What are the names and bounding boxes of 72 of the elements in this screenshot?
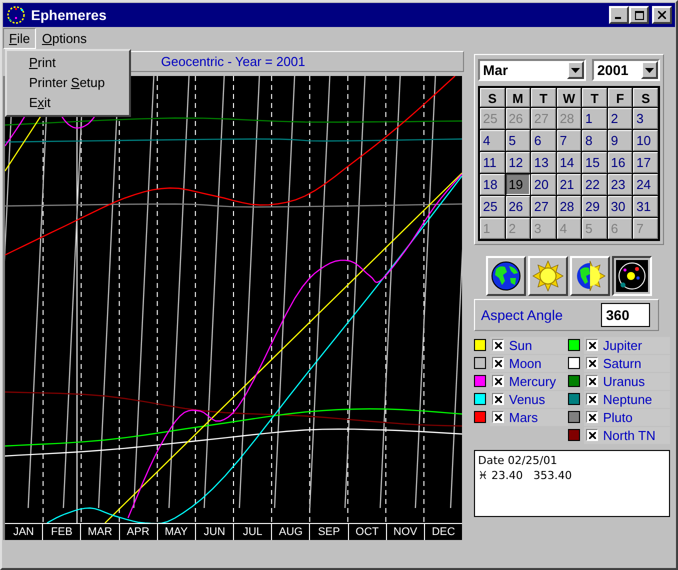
info-line: ♓ 23.40 353.40 <box>478 468 573 483</box>
calendar-day[interactable]: 11 <box>480 152 505 173</box>
calendar-day[interactable]: 27 <box>531 196 556 217</box>
menu-item[interactable]: Options <box>36 28 93 48</box>
calendar-day[interactable]: 20 <box>531 174 556 195</box>
calendar-day[interactable]: 8 <box>582 130 607 151</box>
month-label: JUN <box>194 524 234 540</box>
calendar-day[interactable]: 16 <box>608 152 632 173</box>
calendar-day[interactable]: 12 <box>506 152 530 173</box>
planet-label: North TN <box>603 428 656 442</box>
calendar-day[interactable]: 31 <box>633 196 658 217</box>
aspect-label: Aspect Angle <box>481 307 563 323</box>
weekday-header: W <box>556 88 582 107</box>
calendar-day[interactable]: 30 <box>608 196 632 217</box>
calendar-day[interactable]: 2 <box>608 108 632 129</box>
weekday-header: T <box>531 88 556 107</box>
planet-label: Venus <box>509 392 546 406</box>
month-label: SEP <box>309 524 348 540</box>
planet-label: Neptune <box>603 392 652 406</box>
month-label: MAR <box>80 524 119 540</box>
month-label: JUL <box>233 524 272 540</box>
calendar-day[interactable]: 22 <box>582 174 607 195</box>
calendar-day[interactable]: 21 <box>556 174 582 195</box>
calendar-day[interactable]: 10 <box>633 130 658 151</box>
month-label: MAY <box>156 524 195 540</box>
calendar-day[interactable]: 14 <box>556 152 582 173</box>
calendar-day[interactable]: 26 <box>506 196 530 217</box>
weekday-header: T <box>582 88 607 107</box>
weekday-header: F <box>608 88 632 107</box>
year-dropdown[interactable]: 2001 <box>592 59 660 81</box>
chart-title: Geocentric - Year = 2001 <box>161 54 306 69</box>
month-label: APR <box>118 524 157 540</box>
menu-entry[interactable]: Print <box>7 53 129 73</box>
month-label: AUG <box>271 524 310 540</box>
weekday-header: S <box>633 88 658 107</box>
planet-label: Jupiter <box>603 338 642 352</box>
calendar-day[interactable]: 25 <box>480 196 505 217</box>
calendar-day[interactable]: 5 <box>506 130 530 151</box>
calendar-day[interactable]: 4 <box>480 130 505 151</box>
calendar-day[interactable]: 18 <box>480 174 505 195</box>
calendar-day[interactable]: 17 <box>633 152 658 173</box>
weekday-header: M <box>506 88 530 107</box>
month-dropdown[interactable]: Mar <box>478 59 586 81</box>
planet-label: Sun <box>509 338 532 352</box>
month-label: OCT <box>348 524 386 540</box>
calendar-day[interactable]: 19 <box>506 174 530 195</box>
calendar-day[interactable]: 15 <box>582 152 607 173</box>
planet-label: Saturn <box>603 356 642 370</box>
window-title: Ephemeres <box>31 7 108 23</box>
calendar-day[interactable]: 7 <box>556 130 582 151</box>
menu-item[interactable]: File <box>3 28 36 48</box>
month-label: DEC <box>424 524 462 540</box>
calendar-day[interactable]: 28 <box>556 196 582 217</box>
calendar-day[interactable]: 3 <box>633 108 658 129</box>
calendar-day[interactable]: 23 <box>608 174 632 195</box>
info-line: Date 02/25/01 <box>478 453 558 468</box>
month-label: JAN <box>12 525 35 540</box>
month-label: NOV <box>386 524 424 540</box>
calendar-day[interactable]: 24 <box>633 174 658 195</box>
calendar-day[interactable]: 6 <box>531 130 556 151</box>
weekday-header: S <box>480 88 505 107</box>
month-label: FEB <box>42 524 80 540</box>
planet-label: Pluto <box>603 410 633 424</box>
calendar-day[interactable]: 9 <box>608 130 632 151</box>
planet-label: Mars <box>509 410 538 424</box>
planet-label: Moon <box>509 356 542 370</box>
calendar-day[interactable]: 29 <box>582 196 607 217</box>
calendar-day[interactable]: 1 <box>582 108 607 129</box>
aspect-angle-field[interactable]: 360 <box>601 303 650 327</box>
calendar-day[interactable]: 13 <box>531 152 556 173</box>
planet-label: Mercury <box>509 374 556 388</box>
planet-label: Uranus <box>603 374 645 388</box>
